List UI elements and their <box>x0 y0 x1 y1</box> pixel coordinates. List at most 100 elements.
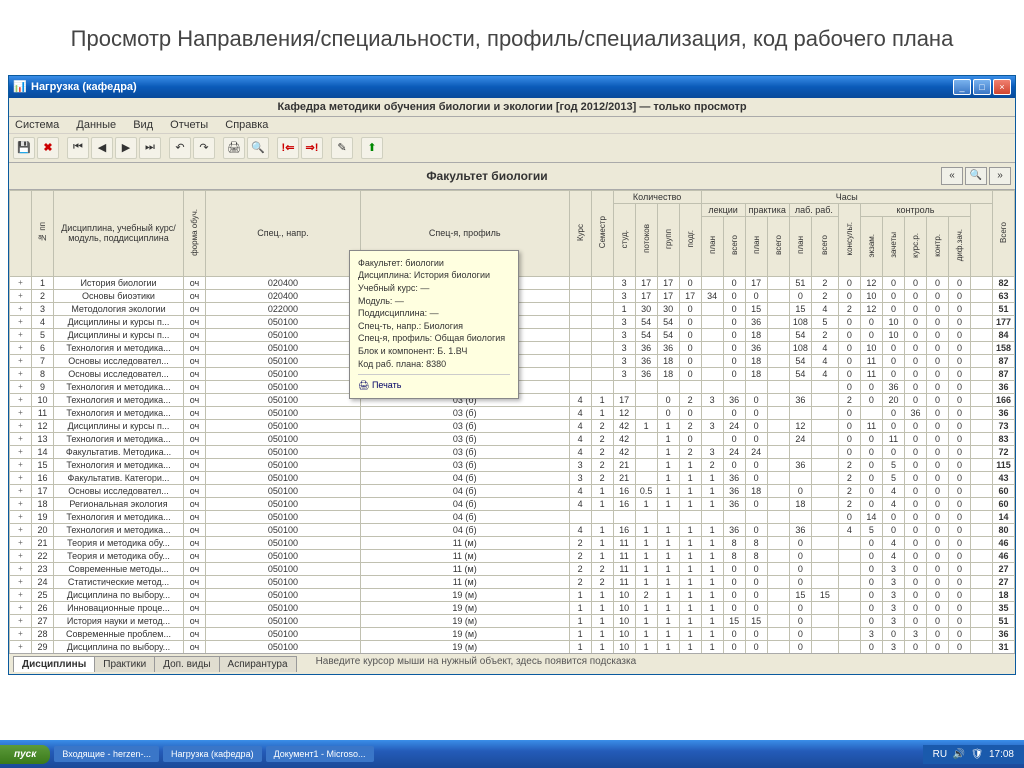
cell[interactable]: 36 <box>992 380 1014 393</box>
cell[interactable]: 0 <box>838 406 860 419</box>
cell[interactable] <box>569 289 591 302</box>
cell[interactable]: 4 <box>811 354 838 367</box>
cell[interactable]: 0 <box>838 328 860 341</box>
cell[interactable]: 1 <box>701 601 723 614</box>
cell[interactable]: 108 <box>789 341 811 354</box>
cell[interactable]: 4 <box>882 549 904 562</box>
cell[interactable]: 0 <box>723 458 745 471</box>
cell-name[interactable]: Дисциплины и курсы п... <box>54 419 184 432</box>
cell[interactable]: + <box>10 354 32 367</box>
cell[interactable]: 1 <box>657 497 679 510</box>
cell[interactable]: 050100 <box>206 588 361 601</box>
cell[interactable] <box>767 367 789 380</box>
cell[interactable]: 0 <box>948 484 970 497</box>
cell[interactable] <box>970 354 992 367</box>
cell[interactable]: 4 <box>569 484 591 497</box>
cell[interactable]: 0 <box>860 562 882 575</box>
cell[interactable]: 1 <box>635 549 657 562</box>
cell-name[interactable]: Технология и методика... <box>54 393 184 406</box>
cell[interactable]: 2 <box>591 562 613 575</box>
cell[interactable] <box>811 614 838 627</box>
cell[interactable]: + <box>10 614 32 627</box>
redo-icon[interactable]: ↷ <box>193 137 215 159</box>
cell[interactable]: 28 <box>32 627 54 640</box>
cell[interactable]: 0 <box>926 549 948 562</box>
cell[interactable]: 0 <box>882 367 904 380</box>
cell[interactable]: 0 <box>904 432 926 445</box>
cell[interactable]: 0 <box>723 289 745 302</box>
cell[interactable]: 1 <box>701 523 723 536</box>
cell[interactable] <box>767 380 789 393</box>
cell[interactable]: 050100 <box>206 575 361 588</box>
cell[interactable]: 0 <box>926 302 948 315</box>
cell[interactable]: 3 <box>701 419 723 432</box>
cell[interactable] <box>811 406 838 419</box>
cell[interactable]: 0 <box>723 640 745 653</box>
cell[interactable] <box>970 328 992 341</box>
cell[interactable] <box>860 406 882 419</box>
cell[interactable]: 2 <box>635 588 657 601</box>
cell[interactable]: 1 <box>635 562 657 575</box>
cell[interactable] <box>591 289 613 302</box>
cell[interactable]: 3 <box>613 315 635 328</box>
cell[interactable] <box>635 445 657 458</box>
cell[interactable]: 0 <box>860 328 882 341</box>
cell[interactable]: 1 <box>679 640 701 653</box>
cell[interactable]: оч <box>184 458 206 471</box>
cell[interactable]: 0 <box>904 562 926 575</box>
cell[interactable]: 050100 <box>206 315 361 328</box>
table-row[interactable]: +22Теория и методика обу...оч05010011 (м… <box>10 549 1015 562</box>
cell[interactable]: 1 <box>569 588 591 601</box>
cell[interactable]: 0 <box>904 289 926 302</box>
cell[interactable]: 0 <box>926 380 948 393</box>
cell[interactable]: 2 <box>838 393 860 406</box>
cell[interactable]: 1 <box>701 627 723 640</box>
cell[interactable] <box>767 601 789 614</box>
cell[interactable]: + <box>10 432 32 445</box>
cell[interactable]: 3 <box>701 445 723 458</box>
cell[interactable] <box>838 614 860 627</box>
cell[interactable] <box>811 471 838 484</box>
cell[interactable] <box>569 315 591 328</box>
cell[interactable] <box>657 510 679 523</box>
table-row[interactable]: +21Теория и методика обу...оч05010011 (м… <box>10 536 1015 549</box>
cell[interactable]: + <box>10 471 32 484</box>
cell[interactable]: 17 <box>32 484 54 497</box>
cell[interactable]: 1 <box>679 523 701 536</box>
cell[interactable]: 4 <box>569 419 591 432</box>
cell[interactable]: 36 <box>992 406 1014 419</box>
cell[interactable]: 22 <box>32 549 54 562</box>
cell[interactable]: оч <box>184 575 206 588</box>
cell[interactable]: 0 <box>789 627 811 640</box>
cell[interactable]: 0 <box>657 393 679 406</box>
cell[interactable]: 19 (м) <box>360 588 569 601</box>
cell[interactable]: + <box>10 549 32 562</box>
cell[interactable]: 12 <box>860 276 882 289</box>
cell[interactable]: 0 <box>745 497 767 510</box>
first-icon[interactable]: ⏮ <box>67 137 89 159</box>
cell[interactable]: 0 <box>723 341 745 354</box>
cell[interactable]: 050100 <box>206 471 361 484</box>
cell[interactable]: 21 <box>32 536 54 549</box>
cell[interactable]: 0 <box>723 276 745 289</box>
cell[interactable]: 1 <box>679 614 701 627</box>
cell[interactable]: 0 <box>745 562 767 575</box>
cell[interactable] <box>635 432 657 445</box>
cell[interactable]: + <box>10 562 32 575</box>
undo-icon[interactable]: ↶ <box>169 137 191 159</box>
cell[interactable]: 1 <box>657 640 679 653</box>
cell[interactable]: 16 <box>32 471 54 484</box>
cell[interactable]: 0 <box>838 354 860 367</box>
cell-name[interactable]: Теория и методика обу... <box>54 536 184 549</box>
cell[interactable]: оч <box>184 627 206 640</box>
find-icon[interactable]: 🔍 <box>247 137 269 159</box>
tab-aspirant[interactable]: Аспирантура <box>219 656 297 672</box>
cell[interactable]: оч <box>184 614 206 627</box>
cell[interactable]: 0 <box>882 302 904 315</box>
cell[interactable]: 18 <box>789 497 811 510</box>
cell[interactable]: 0 <box>882 341 904 354</box>
cell[interactable]: 0 <box>723 354 745 367</box>
cell[interactable]: 14 <box>32 445 54 458</box>
cell[interactable]: 0 <box>926 276 948 289</box>
cell[interactable] <box>767 523 789 536</box>
